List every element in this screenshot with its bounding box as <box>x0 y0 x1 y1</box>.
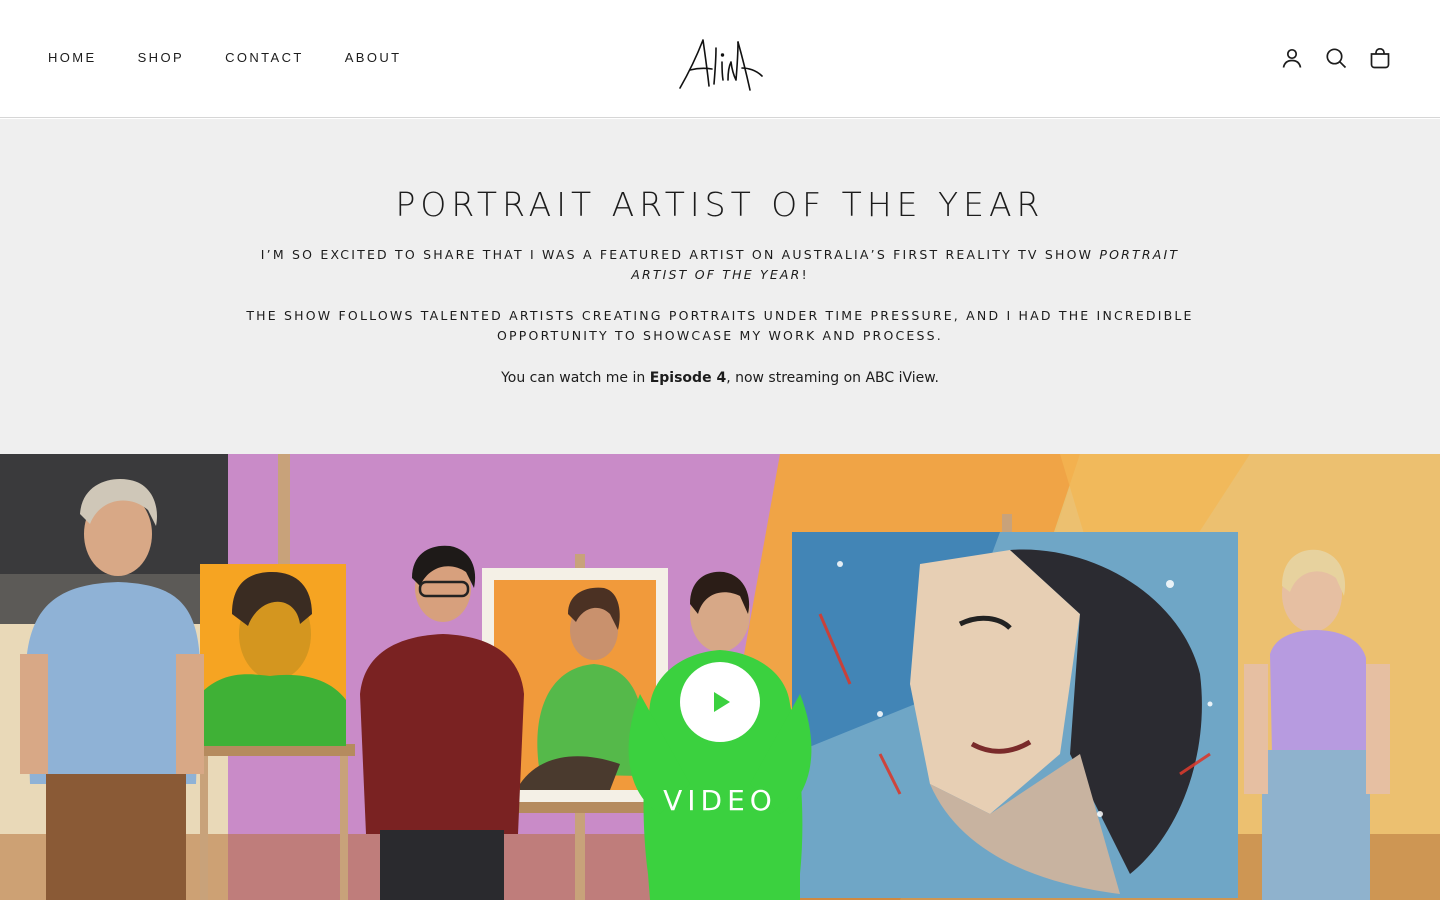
intro-paragraph-1: I’M SO EXCITED TO SHARE THAT I WAS A FEA… <box>240 245 1200 285</box>
page-title: PORTRAIT ARTIST OF THE YEAR <box>395 185 1045 224</box>
cart-icon[interactable] <box>1368 46 1392 70</box>
intro-paragraph-3: You can watch me in Episode 4, now strea… <box>240 368 1200 388</box>
nav-home[interactable]: HOME <box>48 50 97 66</box>
intro-p3-start: You can watch me in <box>501 370 650 386</box>
nav-contact[interactable]: CONTACT <box>225 50 304 66</box>
intro-p1-end: ! <box>801 267 809 282</box>
nav-about[interactable]: ABOUT <box>345 50 402 66</box>
signature-logo-icon <box>679 39 763 91</box>
header-actions <box>1280 46 1392 70</box>
nav-shop[interactable]: SHOP <box>138 50 184 66</box>
site-header: HOME SHOP CONTACT ABOUT <box>0 0 1440 118</box>
site-logo[interactable] <box>676 24 764 96</box>
main-nav: HOME SHOP CONTACT ABOUT <box>48 50 443 66</box>
intro-paragraph-2: THE SHOW FOLLOWS TALENTED ARTISTS CREATI… <box>246 308 1194 343</box>
intro-p3-end: , now streaming on ABC iView. <box>726 370 939 386</box>
intro-section: PORTRAIT ARTIST OF THE YEAR I’M SO EXCIT… <box>0 119 1440 454</box>
intro-p1-text: I’M SO EXCITED TO SHARE THAT I WAS A FEA… <box>260 247 1100 262</box>
episode-label: Episode 4 <box>649 370 727 386</box>
video-hero[interactable]: VIDEO <box>0 454 1440 900</box>
play-icon <box>714 692 730 712</box>
search-icon[interactable] <box>1324 46 1348 70</box>
video-label: VIDEO <box>663 784 777 817</box>
account-icon[interactable] <box>1280 46 1304 70</box>
play-button[interactable] <box>680 662 760 742</box>
